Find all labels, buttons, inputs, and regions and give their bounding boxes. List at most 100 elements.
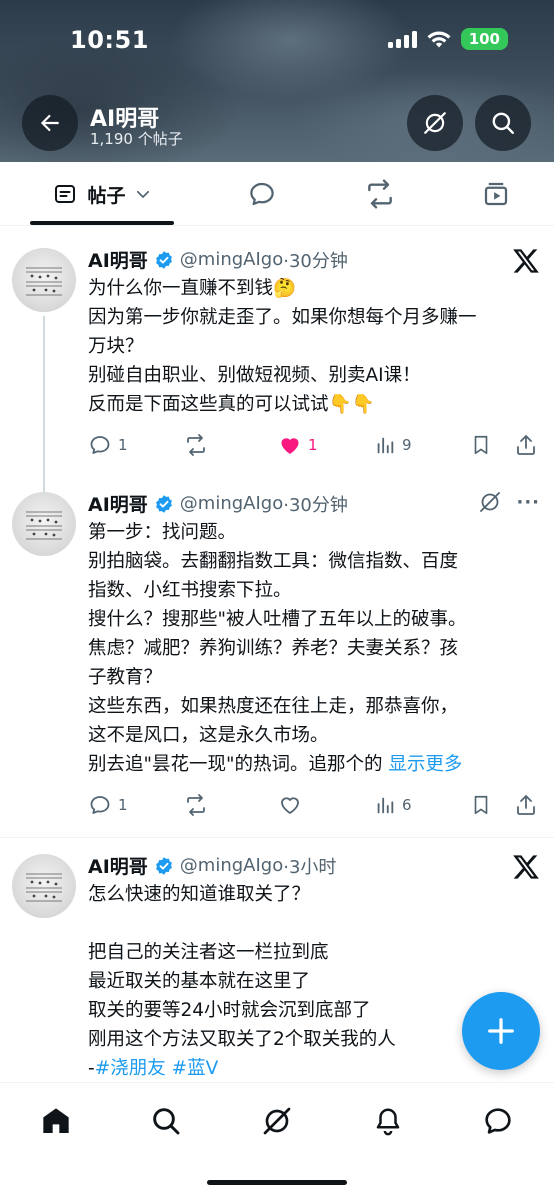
avatar-sheet-music-icon: [26, 873, 62, 902]
x-logo-icon: [513, 855, 539, 879]
tab-replies[interactable]: [232, 162, 292, 226]
home-indicator: [207, 1180, 347, 1185]
avatar[interactable]: [12, 854, 76, 918]
tweet-line: 别去追"昙花一现"的热词。追那个的 显示更多: [88, 750, 540, 779]
nav-home[interactable]: [26, 1099, 86, 1143]
tweet-line: 反而是下面这些真的可以试试👇👇: [88, 394, 375, 415]
share-icon: [517, 795, 535, 815]
tweet-actions: 1 1 9: [88, 430, 540, 460]
author-name[interactable]: AI明哥: [88, 852, 148, 879]
bookmark-button[interactable]: [470, 430, 492, 460]
share-button[interactable]: [514, 790, 538, 820]
search-icon: [153, 1108, 180, 1135]
plus-icon: [488, 1018, 514, 1044]
tweet[interactable]: AI明哥 @mingAIgo ·3小时 怎么快速的知道谁取关了？ 把自己的关注者…: [0, 838, 554, 1098]
author-handle[interactable]: @mingAIgo: [180, 493, 283, 514]
nav-notifications[interactable]: [358, 1099, 418, 1143]
tweet-text: 为什么你一直赚不到钱🤔 因为第一步你就走歪了。如果你想每个月多赚一 万块？ 别碰…: [88, 274, 540, 419]
tweet-line: 别拍脑袋。去翻翻指数工具：微信指数、百度: [88, 551, 459, 572]
author-name[interactable]: AI明哥: [88, 490, 148, 517]
messages-icon: [485, 1108, 511, 1134]
hashtag-link[interactable]: #浇朋友: [95, 1058, 166, 1079]
grok-icon: [263, 1107, 291, 1135]
view-count: 9: [402, 436, 412, 454]
tweet-last-line: 别去追"昙花一现"的热词。追那个的: [88, 754, 383, 775]
tweet[interactable]: AI明哥 @mingAIgo ·30分钟 为什么你一直赚不到钱🤔 因为第一步你就…: [0, 226, 554, 496]
tweet-line: 最近取关的基本就在这里了: [88, 971, 311, 992]
battery-indicator: 100: [460, 28, 508, 50]
compose-post-button[interactable]: [462, 992, 540, 1070]
avatar[interactable]: [12, 248, 76, 312]
reply-button[interactable]: 1: [88, 430, 128, 460]
views-button[interactable]: 9: [374, 430, 412, 460]
bookmark-icon: [474, 795, 488, 815]
home-icon: [43, 1108, 69, 1133]
bookmark-button[interactable]: [470, 790, 492, 820]
tweet-line: 万块？: [88, 336, 144, 357]
heart-filled-icon: [281, 438, 299, 454]
search-icon: [492, 112, 514, 134]
tweet-line: 第一步：找问题。: [88, 522, 237, 543]
tab-media[interactable]: [466, 162, 526, 226]
like-button[interactable]: [278, 790, 302, 820]
tweet-line: 这些东西，如果热度还在往上走，那恭喜你，: [88, 696, 459, 717]
share-button[interactable]: [514, 430, 538, 460]
back-button[interactable]: [22, 95, 78, 151]
avatar-sheet-music-icon: [26, 267, 62, 296]
grok-button[interactable]: [407, 95, 463, 151]
status-time: 10:51: [70, 26, 149, 54]
tweet-text: 第一步：找问题。 别拍脑袋。去翻翻指数工具：微信指数、百度 指数、小红书搜索下拉…: [88, 518, 540, 779]
tweet-corner: [512, 854, 540, 880]
active-tab-indicator: [30, 221, 174, 225]
avatar[interactable]: [12, 492, 76, 556]
reply-button[interactable]: 1: [88, 790, 128, 820]
tab-reposts[interactable]: [350, 162, 410, 226]
media-icon: [484, 182, 508, 206]
tweet-line: 搜什么？搜那些"被人吐槽了五年以上的破事。: [88, 609, 467, 630]
tag-prefix: -: [88, 1058, 95, 1079]
author-handle[interactable]: @mingAIgo: [180, 249, 283, 270]
nav-grok[interactable]: [247, 1099, 307, 1143]
tweet-corner: [512, 248, 540, 274]
reply-icon: [90, 436, 110, 454]
reply-icon: [90, 796, 110, 814]
tweet-time: ·30分钟: [283, 250, 348, 272]
tweet-header: AI明哥 @mingAIgo ·30分钟: [88, 246, 348, 273]
repost-button[interactable]: [184, 790, 208, 820]
tweet-line: 别碰自由职业、别做短视频、别卖AI课！: [88, 365, 421, 386]
like-button[interactable]: 1: [278, 430, 318, 460]
tweet-line: 把自己的关注者这一栏拉到底: [88, 942, 329, 963]
hashtag-link[interactable]: #蓝V: [172, 1058, 219, 1079]
reply-count: 1: [118, 436, 128, 454]
view-count: 6: [402, 796, 412, 814]
more-options-button[interactable]: ···: [516, 492, 540, 513]
nav-search[interactable]: [136, 1099, 196, 1143]
tweet[interactable]: AI明哥 @mingAIgo ·30分钟 ··· 第一步：找问题。 别拍脑袋。去…: [0, 474, 554, 838]
avatar-sheet-music-icon: [26, 511, 62, 540]
repost-icon: [187, 794, 205, 816]
tab-posts[interactable]: 帖子: [30, 162, 175, 226]
heart-outline-icon: [281, 797, 299, 814]
bell-icon: [376, 1108, 400, 1136]
tweet-line: 怎么快速的知道谁取关了？: [88, 884, 311, 905]
timeline: AI明哥 @mingAIgo ·30分钟 为什么你一直赚不到钱🤔 因为第一步你就…: [0, 226, 554, 1098]
repost-icon: [368, 179, 392, 209]
tweet-line: 子教育？: [88, 667, 163, 688]
author-handle[interactable]: @mingAIgo: [180, 855, 283, 876]
search-button[interactable]: [475, 95, 531, 151]
cellular-signal-icon: [387, 30, 417, 48]
chevron-down-icon: [136, 190, 149, 198]
status-icons: 100: [387, 28, 508, 50]
thread-connector: [43, 316, 45, 496]
tweet-time: ·30分钟: [283, 494, 348, 516]
views-button[interactable]: 6: [374, 790, 412, 820]
tweet-line: -#浇朋友 #蓝V: [88, 1054, 540, 1083]
reply-count: 1: [118, 796, 128, 814]
nav-messages[interactable]: [468, 1099, 528, 1143]
like-count: 1: [308, 436, 318, 454]
show-more-link[interactable]: 显示更多: [388, 754, 462, 775]
author-name[interactable]: AI明哥: [88, 246, 148, 273]
repost-button[interactable]: [184, 430, 208, 460]
grok-icon[interactable]: [478, 490, 502, 514]
wifi-icon: [427, 31, 451, 48]
